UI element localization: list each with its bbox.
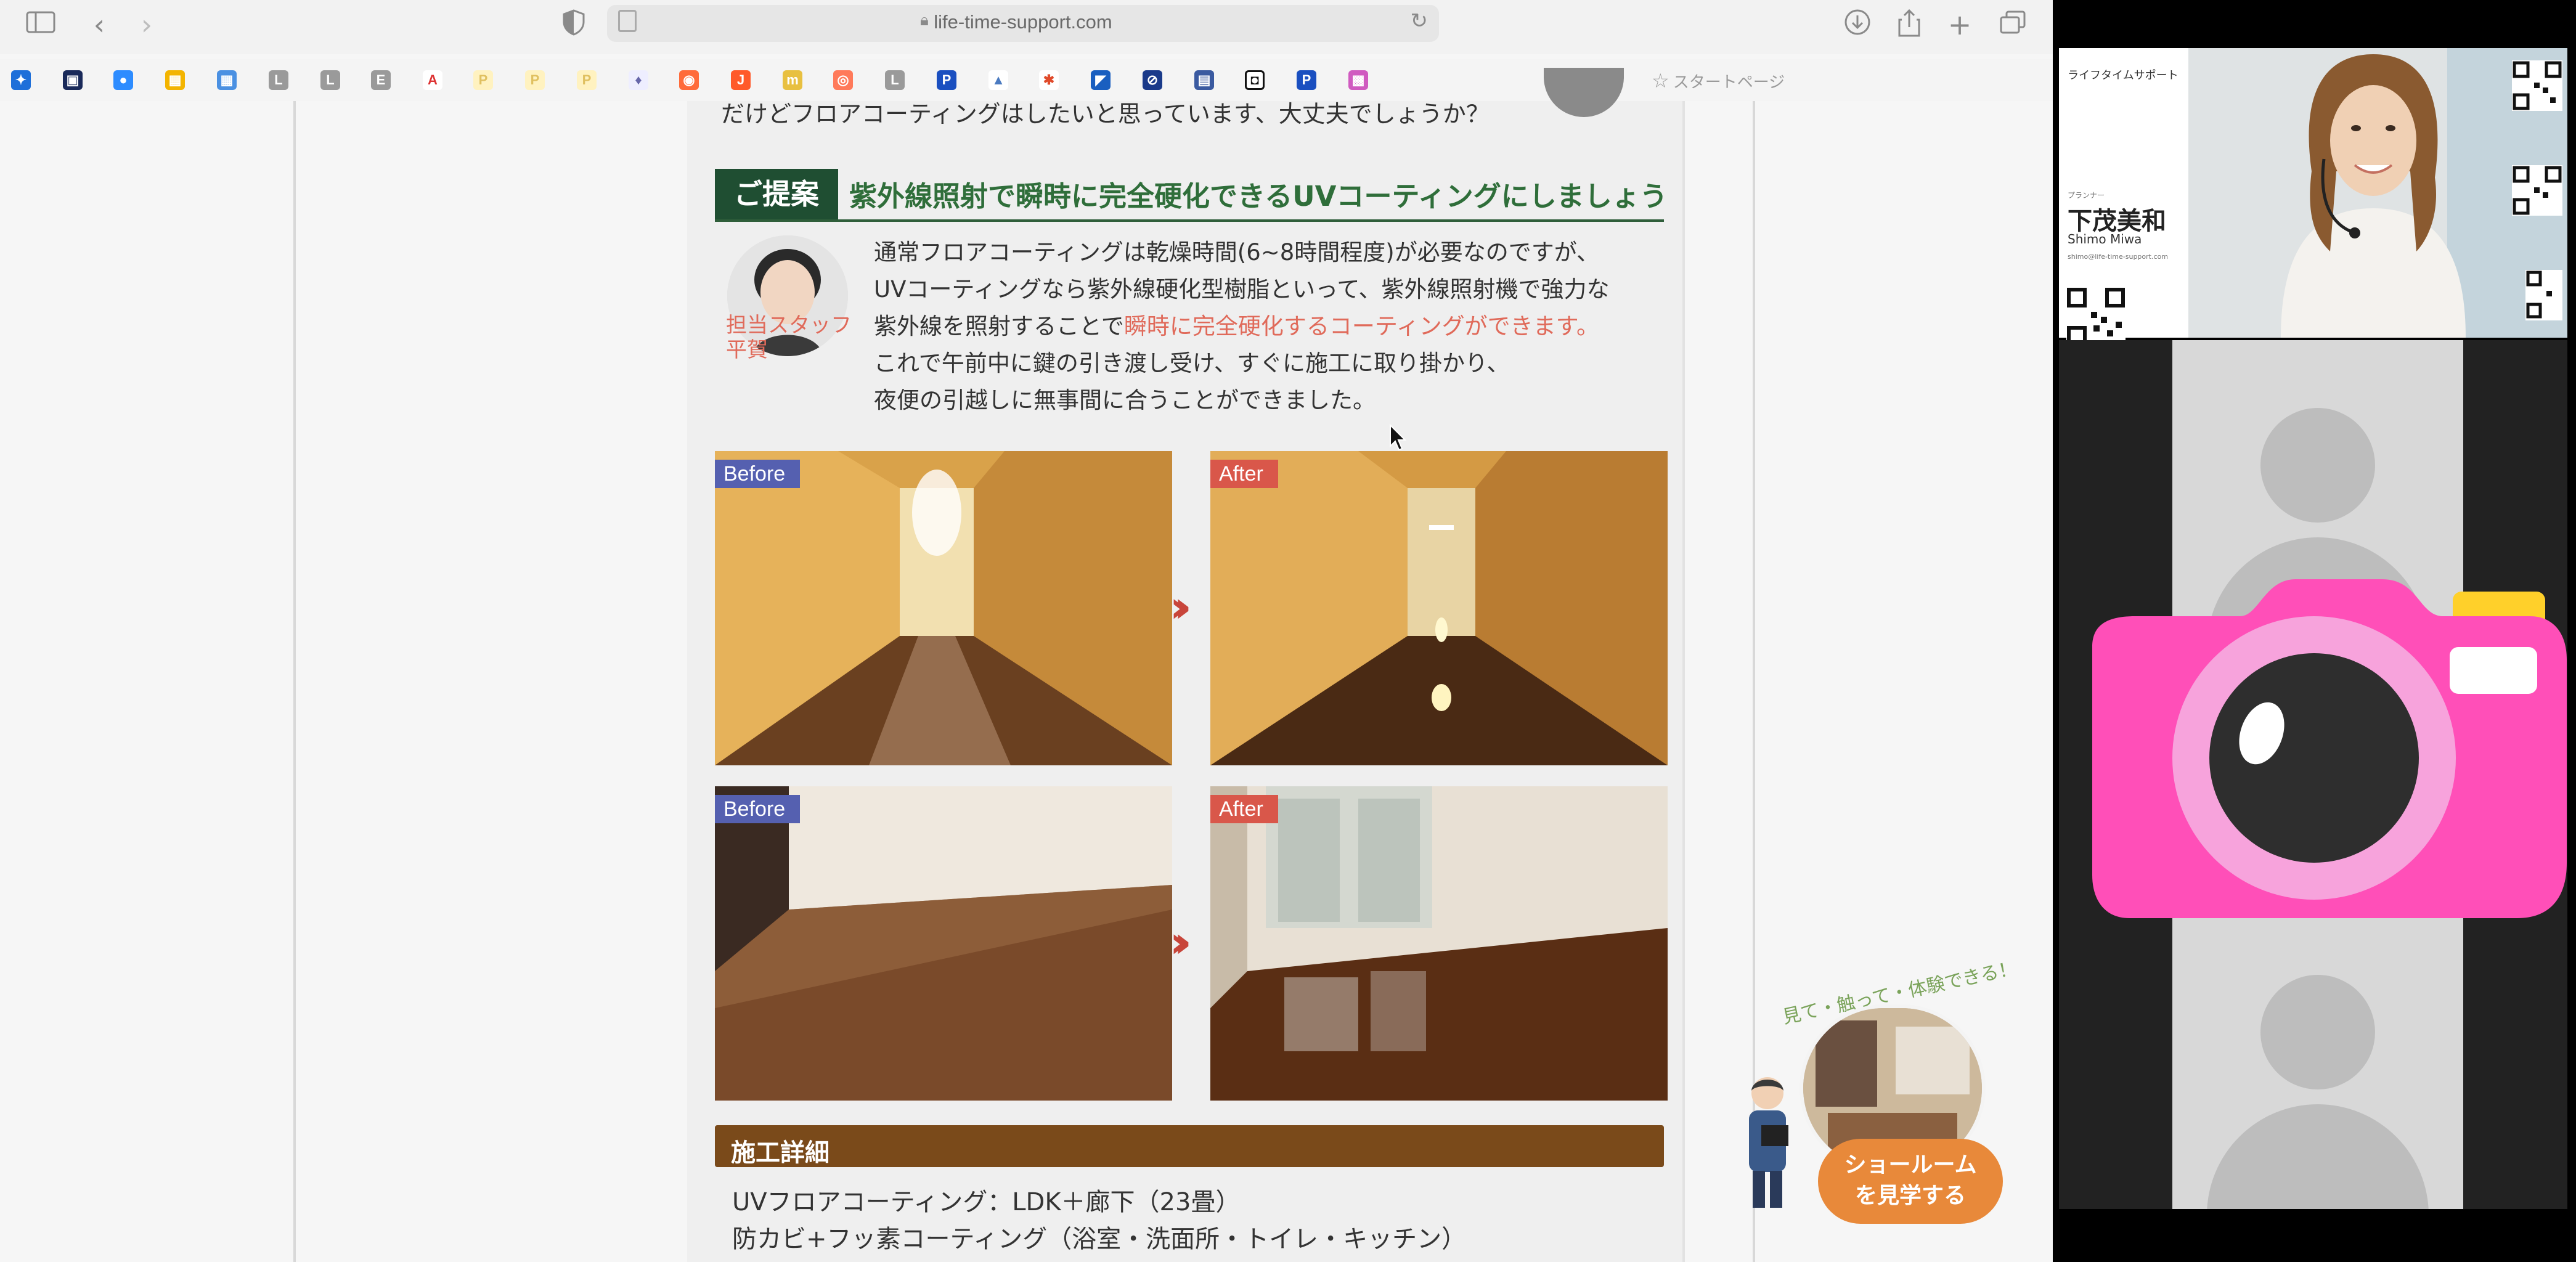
qr-code-icon — [2525, 270, 2562, 320]
avatar — [2260, 975, 2375, 1089]
bookmark-icon[interactable]: E — [371, 70, 391, 90]
paragraph-line: 紫外線を照射することで瞬時に完全硬化するコーティングができます。 — [874, 313, 1599, 340]
address-bar[interactable]: 🔒︎ life-time-support.com ↻ — [607, 5, 1439, 42]
question-text: だけどフロアコーティングはしたいと思っています、大丈夫でしょうか？ — [721, 100, 1490, 128]
showroom-button[interactable]: ショールーム を見学する — [1818, 1139, 2003, 1224]
share-icon[interactable] — [1893, 9, 1925, 41]
calendar-icon[interactable]: ▦ — [217, 70, 237, 90]
after-badge: After — [1210, 460, 1278, 488]
participant-video — [2188, 48, 2567, 338]
bookmark-icon[interactable]: m — [783, 70, 802, 90]
download-icon[interactable] — [1841, 9, 1873, 41]
staff-illustration — [1730, 1072, 1804, 1214]
bookmark-icon[interactable]: ◉ — [679, 70, 699, 90]
proposal-title: 紫外線照射で瞬時に完全硬化できるUVコーティングにしましょう — [849, 180, 1668, 213]
arrow-right-icon: ›› — [1170, 582, 1191, 632]
bookmark-icon[interactable]: ◘ — [1245, 70, 1265, 90]
before-photo-room: Before — [715, 786, 1172, 1101]
staff-caption: 担当スタッフ 平賀 — [726, 313, 852, 362]
bookmark-icon[interactable]: ▲ — [988, 70, 1008, 90]
bookmark-icon[interactable]: P — [937, 70, 956, 90]
bookmark-icon[interactable]: L — [320, 70, 340, 90]
back-icon[interactable]: ‹ — [83, 9, 115, 41]
sidebar-toggle-icon[interactable] — [25, 9, 57, 41]
divider — [715, 219, 1664, 222]
bookmark-icon[interactable]: ♦ — [629, 70, 648, 90]
arrow-right-icon: ›› — [1170, 917, 1191, 967]
browser-toolbar: ‹ › 🔒︎ life-time-support.com ↻ + — [0, 0, 2053, 54]
bookmark-icon[interactable]: P — [577, 70, 597, 90]
mouse-cursor-icon — [1389, 423, 1408, 454]
bookmark-icon[interactable]: ▤ — [1194, 70, 1214, 90]
bookmark-icon[interactable]: J — [731, 70, 751, 90]
url-text: life-time-support.com — [934, 11, 1112, 33]
camera-icon — [2074, 555, 2567, 924]
star-icon: ☆ — [1652, 69, 1669, 92]
before-photo-hallway: Before — [715, 451, 1172, 765]
dropbox-icon[interactable]: ✦ — [11, 70, 31, 90]
bookmark-icon[interactable]: L — [885, 70, 905, 90]
forward-icon[interactable]: › — [131, 9, 163, 41]
avatar — [2260, 408, 2375, 523]
paragraph-line: 通常フロアコーティングは乾燥時間(6~8時間程度)が必要なのですが、 — [874, 239, 1599, 266]
company-name: ライフタイムサポート — [2068, 69, 2179, 82]
planner-name-en: Shimo Miwa — [2068, 232, 2142, 246]
start-page-link[interactable]: ☆ スタートページ — [1652, 69, 1785, 92]
bookmark-icon[interactable]: P — [473, 70, 493, 90]
proposal-tag: ご提案 — [715, 169, 838, 219]
bookmark-icon[interactable]: ▩ — [1348, 70, 1368, 90]
calendar-icon[interactable]: ▦ — [165, 70, 185, 90]
bookmark-icon[interactable]: P — [525, 70, 545, 90]
bookmark-icon[interactable]: ▣ — [63, 70, 83, 90]
paragraph-line: UVコーティングなら紫外線硬化型樹脂といって、紫外線照射機で強力な — [874, 276, 1610, 303]
column-divider — [293, 101, 296, 1262]
shield-icon[interactable] — [558, 9, 590, 41]
reload-icon[interactable]: ↻ — [1411, 9, 1429, 33]
bookmark-icon[interactable]: A — [423, 70, 442, 90]
detail-header: 施工詳細 — [715, 1125, 1664, 1167]
new-tab-icon[interactable]: + — [1944, 9, 1976, 41]
bookmark-icon[interactable]: ✱ — [1039, 70, 1059, 90]
article-edge — [1682, 101, 1685, 1262]
before-badge: Before — [715, 460, 801, 488]
qr-code-icon — [2512, 165, 2562, 216]
avatar — [2207, 1104, 2429, 1209]
after-photo-hallway: After — [1210, 451, 1668, 765]
bookmark-icon[interactable]: ◎ — [833, 70, 853, 90]
planner-email: shimo@life-time-support.com — [2068, 253, 2168, 261]
paragraph-line: 夜便の引越しに無事間に合うことができました。 — [874, 387, 1376, 413]
bookmark-icon[interactable]: L — [269, 70, 288, 90]
browser-window: ‹ › 🔒︎ life-time-support.com ↻ + ✦ ▣ ● ▦… — [0, 0, 2053, 1262]
before-badge: Before — [715, 795, 801, 823]
planner-role: プランナー — [2068, 191, 2105, 200]
bookmark-icon[interactable]: ◤ — [1091, 70, 1111, 90]
zoom-icon[interactable]: ● — [113, 70, 133, 90]
qr-code-icon — [2512, 60, 2562, 111]
after-photo-room: After — [1210, 786, 1668, 1101]
paragraph-line: これで午前中に鍵の引き渡し受け、すぐに施工に取り掛かり、 — [874, 350, 1510, 377]
detail-line: 防カビ+フッ素コーティング（浴室・洗面所・トイレ・キッチン） — [732, 1225, 1467, 1253]
bookmark-icon[interactable]: ⊘ — [1143, 70, 1162, 90]
bookmark-icon[interactable]: P — [1297, 70, 1316, 90]
tab-overview-icon[interactable] — [1997, 9, 2029, 41]
after-badge: After — [1210, 795, 1278, 823]
highlight-text: 瞬時に完全硬化するコーティングができます。 — [1123, 313, 1599, 340]
qr-code-icon — [2066, 287, 2126, 346]
detail-line: UVフロアコーティング：LDK＋廊下（23畳） — [732, 1188, 1241, 1216]
namecard: ライフタイムサポート プランナー 下茂美和 Shimo Miwa shimo@l… — [2059, 48, 2188, 346]
